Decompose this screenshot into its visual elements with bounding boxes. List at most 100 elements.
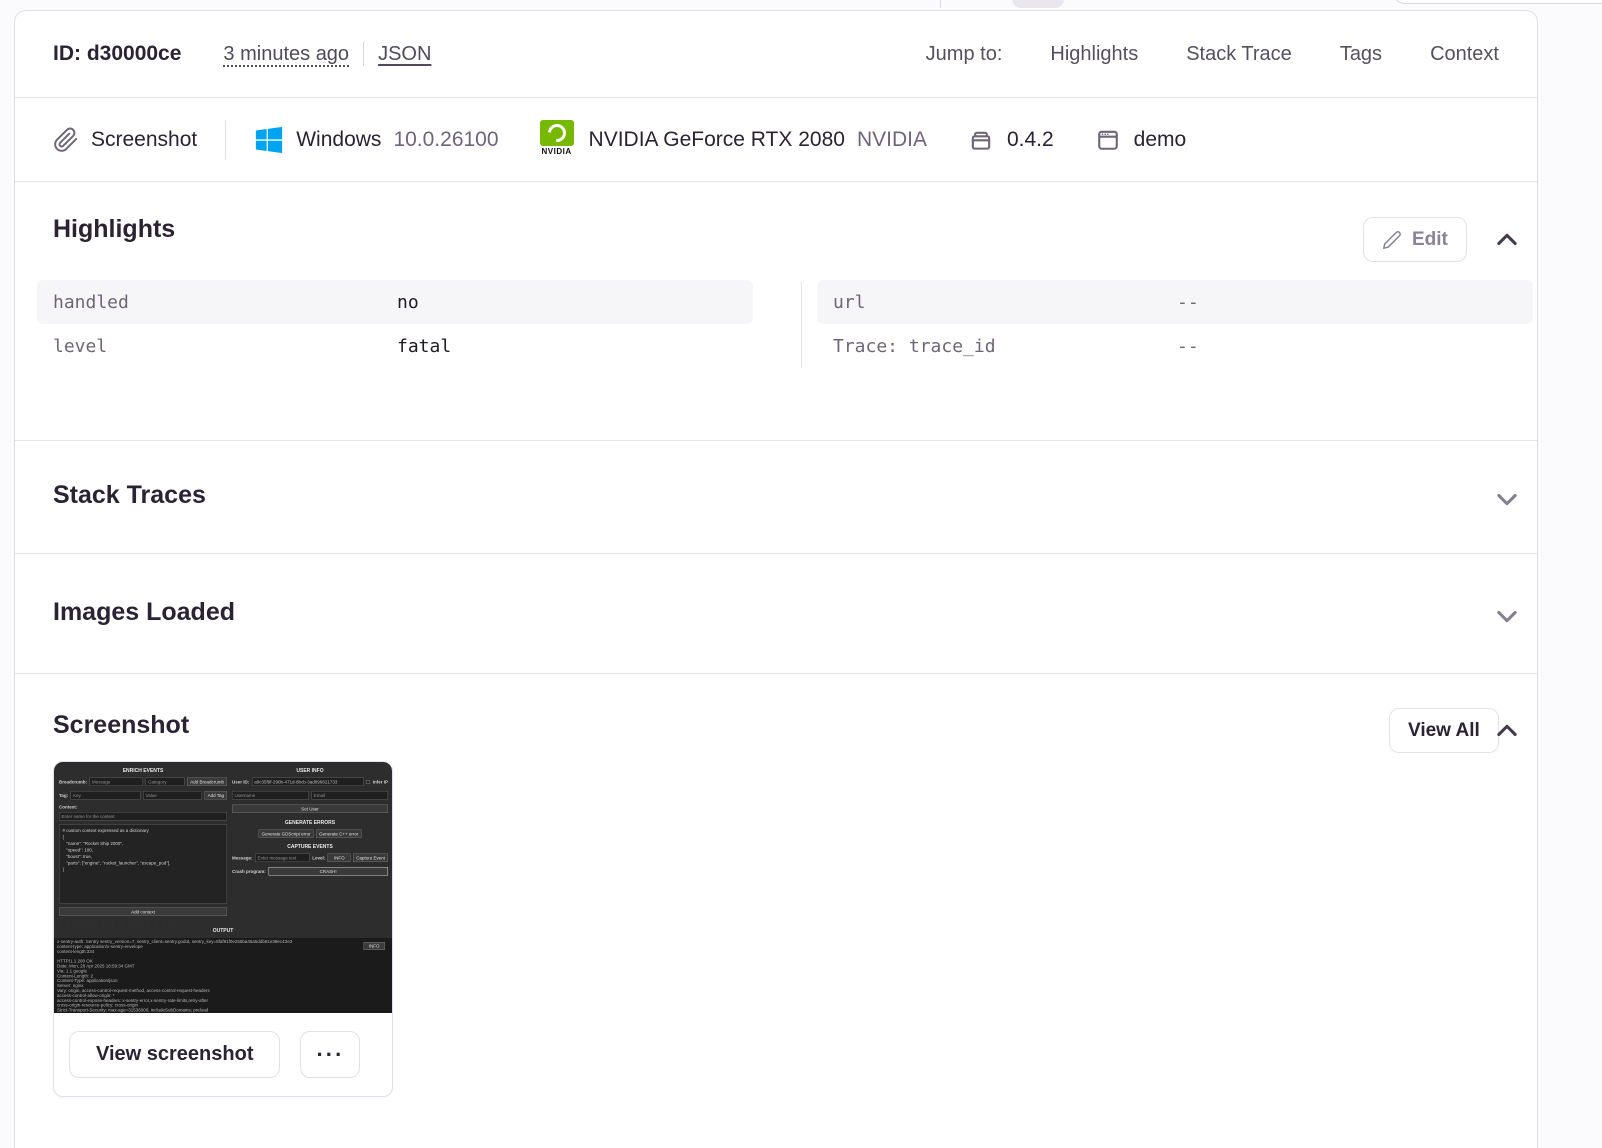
- event-time-ago-link[interactable]: 3 minutes ago: [223, 43, 349, 66]
- thumb-message-input: Enter message text: [255, 853, 310, 862]
- os-context: Windows 10.0.26100: [254, 125, 499, 155]
- thumb-breadcrumb-category-input: Category: [145, 777, 185, 786]
- thumb-username-input: Username: [232, 791, 309, 800]
- environment-context: demo: [1094, 126, 1187, 154]
- highlight-value: fatal: [397, 335, 452, 357]
- gpu-vendor: NVIDIA: [856, 127, 927, 151]
- gpu-context: NVIDIA NVIDIA GeForce RTX 2080 NVIDIA: [539, 119, 927, 160]
- jump-link-stack-trace[interactable]: Stack Trace: [1186, 43, 1292, 66]
- thumb-tag-label: Tag:: [59, 792, 69, 798]
- pencil-icon: [1382, 230, 1401, 249]
- thumb-tag-key-input: Key: [70, 791, 141, 800]
- release-context: 0.4.2: [967, 126, 1054, 154]
- stack-traces-section: Stack Traces: [15, 441, 1537, 554]
- thumb-user-info-title: USER INFO: [296, 768, 324, 774]
- thumb-dots-row: · · · · · · · · · · · · · ·: [59, 920, 178, 925]
- header-separator: [363, 42, 365, 66]
- highlights-table-right: url -- Trace: trace_id --: [817, 280, 1533, 368]
- thumb-user-id-input: a9c35f9f-290b-471d-8bcb-3ad096821733: [251, 777, 364, 786]
- jump-to-label: Jump to:: [925, 42, 1003, 65]
- release-box-icon: [971, 131, 991, 150]
- thumb-tag-value-input: Value: [143, 791, 203, 800]
- environment-name: demo: [1133, 127, 1187, 151]
- highlight-row: level fatal: [37, 324, 753, 368]
- highlight-value: --: [1177, 335, 1199, 357]
- os-name: Windows: [296, 127, 382, 151]
- highlights-table-left: handled no level fatal: [37, 280, 753, 368]
- highlights-section: Highlights Edit handled no level fatal u…: [15, 182, 1537, 441]
- thumb-add-context-button: Add context: [59, 907, 227, 916]
- thumb-generate-errors-title: GENERATE ERRORS: [284, 820, 336, 826]
- jump-link-context[interactable]: Context: [1430, 43, 1499, 66]
- highlight-value: --: [1177, 291, 1199, 313]
- thumb-user-id-label: User ID:: [232, 779, 250, 785]
- jump-link-highlights[interactable]: Highlights: [1050, 43, 1138, 66]
- highlights-column-divider: [801, 282, 802, 368]
- expand-images-loaded-chevron[interactable]: [1493, 602, 1521, 630]
- images-loaded-section: Images Loaded: [15, 554, 1537, 674]
- highlights-title: Highlights: [53, 215, 176, 243]
- highlight-row: Trace: trace_id --: [817, 324, 1533, 368]
- expand-stack-traces-chevron[interactable]: [1493, 485, 1521, 513]
- window-icon: [1097, 130, 1118, 150]
- collapse-highlights-chevron[interactable]: [1493, 226, 1521, 254]
- thumb-capture-events-title: CAPTURE EVENTS: [287, 844, 333, 850]
- screenshot-thumbnail[interactable]: ENRICH EVENTS Breadcrumb: Message Catego…: [54, 762, 392, 1013]
- stack-traces-title: Stack Traces: [53, 481, 206, 509]
- screenshot-chip-label: Screenshot: [91, 127, 198, 151]
- ellipsis-icon: ···: [316, 1041, 345, 1067]
- screenshot-more-button[interactable]: ···: [300, 1031, 361, 1078]
- event-card: ID: d30000ce 3 minutes ago JSON Jump to:…: [14, 10, 1538, 1148]
- jump-to-nav: Jump to: Highlights Stack Trace Tags Con…: [926, 43, 1499, 66]
- thumb-enrich-title: ENRICH EVENTS: [122, 768, 164, 774]
- thumb-breadcrumb-label: Breadcrumb:: [59, 779, 88, 785]
- event-header: ID: d30000ce 3 minutes ago JSON Jump to:…: [15, 11, 1537, 98]
- thumb-message-label: Message:: [232, 855, 253, 861]
- thumb-infer-ip-checkbox: [366, 779, 371, 784]
- context-row-divider: [225, 120, 227, 159]
- screenshot-section: Screenshot View All ENRICH EVENTS Breadc…: [15, 674, 1537, 1148]
- screenshot-chip[interactable]: Screenshot: [53, 127, 197, 153]
- screenshot-title: Screenshot: [53, 711, 190, 739]
- thumb-add-tag-button: Add Tag: [204, 791, 227, 800]
- context-summary-row: Screenshot Windows 10.0.26100 NVIDIA NVI…: [15, 98, 1537, 182]
- screenshot-actions: View screenshot ···: [54, 1013, 392, 1096]
- thumb-level-select: INFO: [327, 853, 351, 862]
- view-all-screenshots-button[interactable]: View All: [1389, 708, 1499, 753]
- release-version: 0.4.2: [1006, 127, 1054, 151]
- highlight-row: url --: [817, 280, 1533, 324]
- highlight-key: url: [833, 291, 866, 313]
- cropped-toolbar-pill: [1012, 0, 1064, 8]
- os-version: 10.0.26100: [393, 127, 499, 151]
- thumb-context-label: Context:: [59, 804, 78, 810]
- thumb-gdscript-error-button: Generate GDScript error: [258, 829, 314, 838]
- thumb-user-panel: USER INFO User ID: a9c35f9f-290b-471d-8b…: [232, 766, 388, 881]
- thumbnail-demo-app: ENRICH EVENTS Breadcrumb: Message Catego…: [54, 762, 392, 1013]
- thumb-infer-ip-label: Infer IP: [372, 779, 388, 785]
- json-link[interactable]: JSON: [378, 43, 431, 66]
- thumb-context-name-input: Enter name for the context: [59, 812, 227, 821]
- thumb-set-user-button: Set User: [232, 804, 388, 813]
- view-screenshot-button[interactable]: View screenshot: [69, 1031, 281, 1078]
- thumb-breadcrumb-message-input: Message: [89, 777, 144, 786]
- highlight-key: Trace: trace_id: [833, 335, 996, 357]
- thumb-email-input: Email: [311, 791, 388, 800]
- collapse-screenshot-chevron[interactable]: [1493, 717, 1521, 745]
- thumb-cpp-error-button: Generate C++ error: [316, 829, 362, 838]
- highlight-value: no: [397, 291, 419, 313]
- gpu-name: NVIDIA GeForce RTX 2080: [588, 127, 845, 151]
- thumb-context-code: # custom context expressed as a dictiona…: [59, 824, 227, 904]
- edit-highlights-button[interactable]: Edit: [1363, 217, 1467, 262]
- thumb-enrich-panel: ENRICH EVENTS Breadcrumb: Message Catego…: [59, 766, 227, 925]
- windows-logo-icon: [256, 126, 283, 153]
- jump-link-tags[interactable]: Tags: [1340, 43, 1382, 66]
- thumb-crash-label: Crash program:: [232, 868, 266, 874]
- cropped-toolbar-divider: [940, 0, 941, 8]
- thumb-add-breadcrumb-button: Add Breadcrumb: [187, 777, 227, 786]
- highlight-key: handled: [53, 291, 129, 313]
- thumb-crash-button: CRASH!: [268, 867, 388, 876]
- thumb-capture-event-button: Capture Event: [353, 853, 388, 862]
- thumb-output-title: OUTPUT: [212, 928, 234, 934]
- images-loaded-title: Images Loaded: [53, 598, 235, 626]
- highlight-key: level: [53, 335, 108, 357]
